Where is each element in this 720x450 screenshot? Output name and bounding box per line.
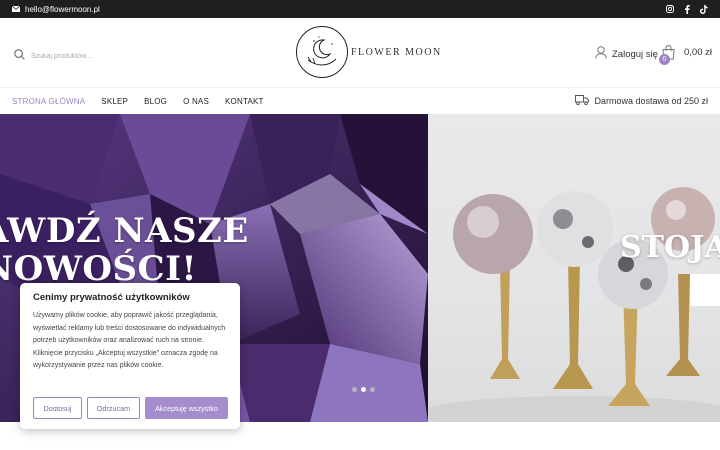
cookie-title: Cenimy prywatność użytkowników	[33, 292, 190, 303]
facebook-icon[interactable]	[682, 4, 691, 14]
shopping-bag-icon: 0	[659, 45, 675, 65]
cart-count-badge: 0	[659, 54, 670, 65]
nav-menu: STRONA GŁÓWNA SKLEP BLOG O NAS KONTAKT	[12, 88, 264, 114]
login-label: Zaloguj się	[612, 48, 658, 60]
hero-slide1-title: AWDŹ NASZE NOWOŚCI!	[0, 212, 249, 288]
cookie-consent-dialog: Cenimy prywatność użytkowników Używamy p…	[20, 283, 240, 429]
nav-item-about[interactable]: O NAS	[183, 97, 209, 106]
cookie-accept-all-button[interactable]: Akceptuję wszystko	[145, 397, 228, 419]
truck-icon	[575, 95, 590, 107]
slider-dot[interactable]	[352, 387, 357, 392]
search-bar[interactable]	[14, 47, 151, 65]
brand-name: FLOWER MOON	[351, 46, 442, 58]
tiktok-icon[interactable]	[699, 4, 708, 14]
free-delivery-notice: Darmowa dostawa od 250 zł	[575, 88, 708, 114]
top-bar: hello@flowermoon.pl	[0, 0, 720, 18]
cart-button[interactable]: 0 0,00 zł	[659, 45, 712, 65]
hero-slide2-title: STOJA	[620, 230, 720, 265]
cookie-reject-button[interactable]: Odrzucam	[87, 397, 140, 419]
envelope-icon	[11, 5, 21, 14]
slider-dot[interactable]	[370, 387, 375, 392]
contact-email[interactable]: hello@flowermoon.pl	[11, 0, 100, 18]
crystal-spheres-image	[428, 187, 720, 422]
email-text: hello@flowermoon.pl	[25, 4, 100, 14]
cookie-buttons: Dostosuj Odrzucam Akceptuję wszystko	[33, 397, 228, 419]
cart-total: 0,00 zł	[684, 47, 712, 58]
search-icon[interactable]	[14, 47, 25, 65]
cookie-text: Używamy plików cookie, aby poprawić jako…	[33, 312, 226, 370]
main-navigation: STRONA GŁÓWNA SKLEP BLOG O NAS KONTAKT D…	[0, 88, 720, 114]
hero-title-line1: AWDŹ NASZE	[0, 211, 249, 251]
nav-item-blog[interactable]: BLOG	[144, 97, 167, 106]
login-link[interactable]: Zaloguj się	[595, 46, 658, 62]
user-icon	[595, 46, 607, 62]
moon-hand-icon	[307, 36, 337, 66]
hero-slide2-button[interactable]	[690, 274, 720, 306]
social-links	[665, 0, 708, 18]
slider-pagination	[352, 387, 375, 392]
nav-item-contact[interactable]: KONTAKT	[225, 97, 264, 106]
slider-dot-active[interactable]	[361, 387, 366, 392]
nav-item-shop[interactable]: SKLEP	[101, 97, 128, 106]
logo-emblem	[296, 26, 348, 78]
instagram-icon[interactable]	[665, 5, 674, 14]
site-header: FLOWER MOON Zaloguj się 0 0,00 zł	[0, 18, 720, 88]
delivery-text: Darmowa dostawa od 250 zł	[594, 96, 708, 106]
cookie-customize-button[interactable]: Dostosuj	[33, 397, 82, 419]
brand-logo[interactable]: FLOWER MOON	[296, 26, 442, 78]
slide-sphere-stands[interactable]	[428, 114, 720, 422]
nav-item-home[interactable]: STRONA GŁÓWNA	[12, 97, 85, 106]
search-input[interactable]	[31, 52, 151, 60]
